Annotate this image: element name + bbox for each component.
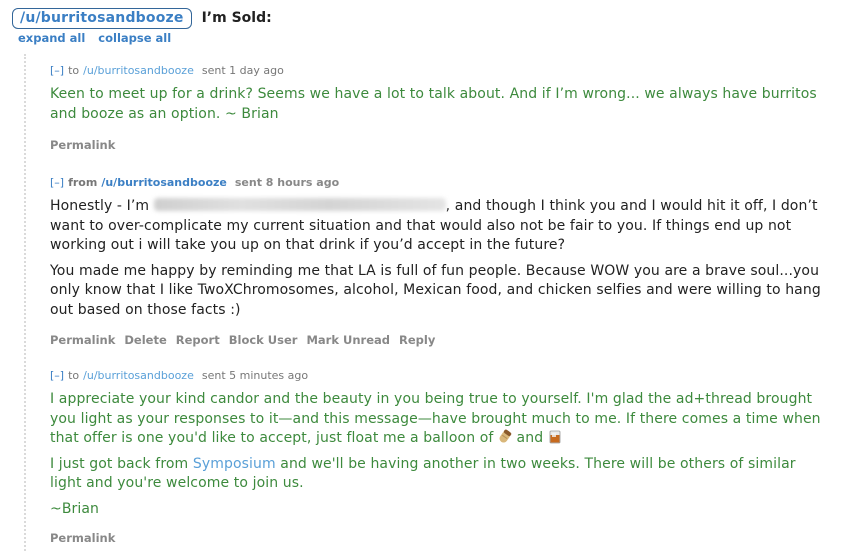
direction-label: to <box>68 369 80 382</box>
expand-all-link[interactable]: expand all <box>18 31 85 45</box>
message-subject: I’m Sold: <box>201 10 272 26</box>
collapse-toggle[interactable]: [–] <box>50 176 64 189</box>
burrito-icon <box>499 429 512 443</box>
message-paragraph: You made me happy by reminding me that L… <box>50 262 821 318</box>
message-paragraph: Honestly - I’m , and though I think you … <box>50 197 830 256</box>
message-paragraph: I appreciate your kind candor and the be… <box>50 390 830 449</box>
text-start: I just got back from <box>50 455 189 472</box>
timestamp: sent 8 hours ago <box>234 176 340 189</box>
message-header: /u/burritosandbooze I’m Sold: <box>12 7 272 29</box>
message-body: Honestly - I’m , and though I think you … <box>50 197 830 320</box>
timestamp: sent 5 minutes ago <box>201 369 309 382</box>
direction-label: from <box>68 176 98 189</box>
timestamp: sent 1 day ago <box>201 64 284 77</box>
redacted-text <box>153 198 446 211</box>
collapse-toggle[interactable]: [–] <box>50 64 64 77</box>
message-buttons: Permalink <box>50 138 830 152</box>
message-meta: [–] to/u/burritosandbooze sent 1 day ago <box>50 64 830 78</box>
message-2: [–] from/u/burritosandbooze sent 8 hours a… <box>50 176 830 347</box>
mark-unread-button[interactable]: Mark Unread <box>306 333 390 347</box>
message-meta: [–] from/u/burritosandbooze sent 8 hours a… <box>50 176 830 190</box>
expand-collapse-controls: expand all collapse all <box>18 31 180 45</box>
collapse-all-link[interactable]: collapse all <box>98 31 171 45</box>
text-start: I appreciate your kind candor and the be… <box>50 391 821 446</box>
report-button[interactable]: Report <box>176 333 220 347</box>
permalink-button[interactable]: Permalink <box>50 138 115 152</box>
whiskey-glass-icon <box>549 430 561 444</box>
message-1: [–] to/u/burritosandbooze sent 1 day ago K… <box>50 64 830 152</box>
message-buttons: Permalink Delete Report Block User Mark Unre… <box>50 333 830 347</box>
message-paragraph: I just got back from Symposium and we'll… <box>50 455 830 494</box>
message-3: [–] to/u/burritosandbooze sent 5 minutes a… <box>50 369 830 545</box>
message-body: Keen to meet up for a drink? Seems we ha… <box>50 85 830 124</box>
message-signature: ~Brian <box>50 500 100 517</box>
message-meta: [–] to/u/burritosandbooze sent 5 minutes a… <box>50 369 830 383</box>
message-paragraph: Keen to meet up for a drink? Seems we ha… <box>50 86 817 122</box>
message-thread: [–] to/u/burritosandbooze sent 1 day ago K… <box>24 54 843 551</box>
username-link[interactable]: /u/burritosandbooze <box>12 7 192 29</box>
text-start: Honestly - I’m <box>50 198 150 214</box>
delete-button[interactable]: Delete <box>124 333 166 347</box>
collapse-toggle[interactable]: [–] <box>50 369 64 382</box>
direction-label: to <box>68 64 80 77</box>
recipient-link[interactable]: /u/burritosandbooze <box>83 369 194 382</box>
reply-button[interactable]: Reply <box>399 333 435 347</box>
block-user-button[interactable]: Block User <box>229 333 298 347</box>
message-body: I appreciate your kind candor and the be… <box>50 390 830 519</box>
permalink-button[interactable]: Permalink <box>50 531 115 545</box>
recipient-link[interactable]: /u/burritosandbooze <box>83 64 194 77</box>
sender-link[interactable]: /u/burritosandbooze <box>101 176 227 189</box>
message-buttons: Permalink <box>50 531 830 545</box>
symposium-link[interactable]: Symposium <box>193 456 276 472</box>
text-and: and <box>516 430 544 446</box>
permalink-button[interactable]: Permalink <box>50 333 115 347</box>
